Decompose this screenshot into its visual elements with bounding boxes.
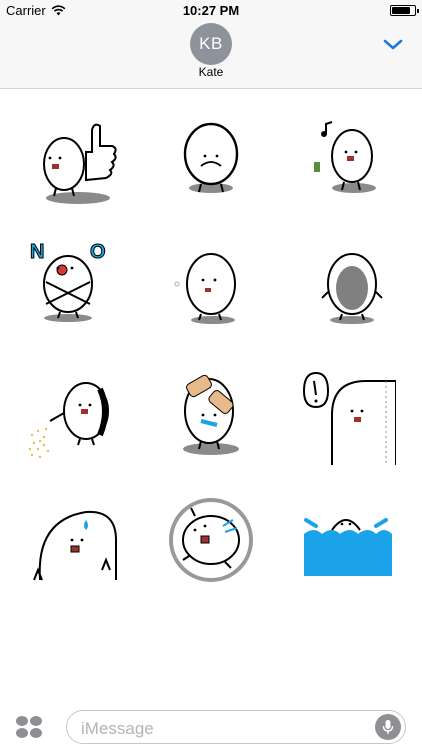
imessage-input[interactable]: iMessage	[66, 710, 406, 744]
microphone-button[interactable]	[375, 714, 401, 740]
sticker-egg-spray[interactable]	[26, 365, 126, 465]
sticker-egg-drowning[interactable]	[296, 490, 396, 590]
sticker-egg-thumbs-up[interactable]	[26, 112, 126, 212]
status-time: 10:27 PM	[182, 3, 240, 18]
conversation-header: KB Kate	[0, 20, 422, 89]
sticker-egg-peeking-speech[interactable]	[296, 365, 396, 465]
sticker-egg-bandaged-crying[interactable]	[161, 365, 261, 465]
svg-text:O: O	[90, 241, 106, 263]
sticker-egg-no-crossed-arms[interactable]: N O	[26, 240, 126, 340]
sticker-egg-hands-clasped[interactable]	[161, 112, 261, 212]
avatar[interactable]: KB	[190, 23, 232, 65]
message-composer: iMessage	[0, 700, 422, 750]
microphone-icon	[382, 720, 394, 734]
imessage-placeholder: iMessage	[81, 719, 154, 738]
sticker-egg-worried-sweat[interactable]	[26, 490, 126, 590]
sticker-egg-singing[interactable]	[296, 112, 396, 212]
contact-name[interactable]: Kate	[0, 65, 422, 79]
chevron-down-icon[interactable]	[382, 36, 404, 52]
svg-text:N: N	[30, 241, 44, 263]
sticker-egg-gray-face[interactable]	[296, 240, 396, 340]
sticker-egg-sniffing[interactable]	[161, 240, 261, 340]
battery-icon	[390, 5, 419, 16]
apps-icon[interactable]	[14, 714, 44, 740]
status-bar: Carrier 10:27 PM	[0, 0, 422, 20]
sticker-egg-spinning[interactable]	[161, 490, 261, 590]
